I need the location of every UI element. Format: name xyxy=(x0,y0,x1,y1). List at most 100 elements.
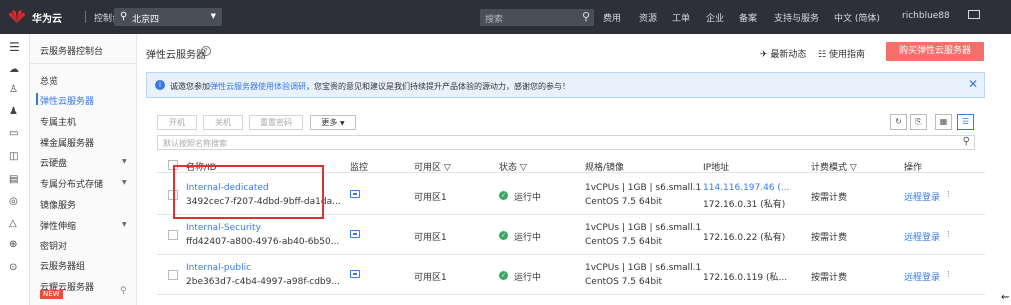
sidebar-item-as[interactable]: 弹性伸缩 xyxy=(40,219,76,232)
grid-view-icon[interactable]: ▦ xyxy=(935,114,952,130)
column-billing-label: 计费模式 xyxy=(811,163,848,173)
sidebar-item-bare-metal[interactable]: 裸金属服务器 xyxy=(40,136,94,149)
monitor-icon[interactable] xyxy=(350,190,360,198)
db-icon[interactable]: ◎ xyxy=(9,196,18,207)
group-icon[interactable]: ♟ xyxy=(9,106,18,117)
menu-icon[interactable]: ☰ xyxy=(9,40,20,54)
nav-link-resources[interactable]: 资源 xyxy=(639,11,657,24)
filter-icon[interactable]: ▽ xyxy=(520,163,527,173)
remote-login-link[interactable]: 远程登录 xyxy=(904,190,940,203)
chevron-down-icon[interactable]: ▼ xyxy=(122,158,127,165)
notice-prefix: 诚邀您参加 xyxy=(170,82,210,91)
target-icon[interactable]: ⊙ xyxy=(9,262,17,273)
row-checkbox[interactable] xyxy=(168,270,178,280)
more-actions-icon[interactable]: ⁝ xyxy=(947,230,950,240)
nav-link-support[interactable]: 支持与服务 xyxy=(774,11,819,24)
close-icon[interactable]: ✕ xyxy=(968,77,978,91)
spec: 1vCPUs | 1GB | s6.small.1 xyxy=(585,223,702,233)
export-icon[interactable]: ⎘ xyxy=(910,114,927,130)
cluster-icon[interactable]: △ xyxy=(9,218,17,229)
mail-icon[interactable] xyxy=(968,10,980,19)
column-billing[interactable]: 计费模式 ▽ xyxy=(811,160,857,173)
sidebar: 云服务器控制台 总览 弹性云服务器 专属主机 裸金属服务器 云硬盘 ▼ 专属分布… xyxy=(30,34,137,305)
language-selector[interactable]: 中文 (简体) xyxy=(834,11,880,24)
sidebar-header: 云服务器控制台 xyxy=(40,47,104,57)
remote-login-link[interactable]: 远程登录 xyxy=(904,230,940,243)
column-status[interactable]: 状态 ▽ xyxy=(499,160,527,173)
sidebar-item-ecs[interactable]: 弹性云服务器 xyxy=(36,93,95,107)
sidebar-item-keypair[interactable]: 密钥对 xyxy=(40,239,67,252)
sidebar-item-dss[interactable]: 专属分布式存储 xyxy=(40,177,103,190)
status-label: 运行中 xyxy=(514,233,542,243)
pin-icon[interactable]: ⚲ xyxy=(120,286,127,296)
page-title: 弹性云服务器 xyxy=(146,50,206,61)
chevron-down-icon[interactable]: ▼ xyxy=(122,179,127,186)
nav-link-enterprise[interactable]: 企业 xyxy=(706,11,724,24)
list-view-icon[interactable]: ☰ xyxy=(957,114,974,130)
page-scrollbar[interactable] xyxy=(1000,34,1011,305)
filter-search-input[interactable]: 默认按照名称搜索 ⚲ xyxy=(157,135,975,150)
sidebar-item-label: 弹性云服务器 xyxy=(40,97,95,107)
image: CentOS 7.5 64bit xyxy=(585,197,663,207)
location-pin-icon: ⚲ xyxy=(120,11,128,22)
status-label: 运行中 xyxy=(514,193,542,203)
region-selector[interactable]: ⚲ 北京四 ▼ xyxy=(114,8,222,26)
monitor-icon[interactable] xyxy=(350,230,360,238)
image: CentOS 7.5 64bit xyxy=(585,277,663,287)
people-icon[interactable]: ♙ xyxy=(9,84,18,95)
global-search-input[interactable]: 搜索 ⚲ xyxy=(480,9,594,26)
chevron-down-icon: ▼ xyxy=(339,120,345,127)
sidebar-item-dedicated-host[interactable]: 专属主机 xyxy=(40,115,76,128)
row-checkbox[interactable] xyxy=(168,230,178,240)
refresh-icon[interactable]: ↻ xyxy=(890,114,907,130)
survey-link[interactable]: 弹性云服务器使用体验调研 xyxy=(210,82,306,91)
buy-ecs-button[interactable]: 购买弹性云服务器 xyxy=(886,42,984,61)
sidebar-item-server-group[interactable]: 云服务器组 xyxy=(40,259,85,272)
search-icon[interactable]: ⚲ xyxy=(963,136,970,147)
start-button[interactable]: 开机 xyxy=(157,115,197,130)
billing-mode: 按需计费 xyxy=(811,233,848,243)
highlight-box xyxy=(173,165,324,219)
column-status-label: 状态 xyxy=(499,163,518,173)
sidebar-item-overview[interactable]: 总览 xyxy=(40,74,58,87)
cloud-icon[interactable]: ☁ xyxy=(9,64,19,75)
chevron-down-icon[interactable]: ▼ xyxy=(122,221,127,228)
search-icon[interactable]: ⚲ xyxy=(582,10,590,23)
brand-name[interactable]: 华为云 xyxy=(32,10,62,25)
service-icon-rail: ☰ ☁ ♙ ♟ ▭ ◫ ▤ ◎ △ ⊕ ⊙ xyxy=(0,34,30,305)
table-row[interactable]: Internal-Security ffd42407-a800-4976-ab4… xyxy=(157,215,985,255)
private-ip: 172.16.0.31 (私有) xyxy=(703,200,786,210)
public-ip-link[interactable]: 114.116.197.46 (... xyxy=(703,183,790,193)
globe-icon[interactable]: ⊕ xyxy=(9,239,17,250)
instance-name-link[interactable]: Internal-Security xyxy=(186,223,261,233)
more-dropdown[interactable]: 更多 ▼ xyxy=(310,115,356,130)
huawei-logo-icon[interactable] xyxy=(8,8,26,24)
latest-news-link[interactable]: ✈ 最新动态 xyxy=(760,47,806,60)
instance-name-link[interactable]: Internal-public xyxy=(186,263,251,273)
server-icon[interactable]: ▭ xyxy=(9,128,18,139)
stop-button[interactable]: 关机 xyxy=(203,115,243,130)
nav-link-icp[interactable]: 备案 xyxy=(739,11,757,24)
nav-link-billing[interactable]: 费用 xyxy=(603,11,621,24)
nav-link-tickets[interactable]: 工单 xyxy=(672,11,690,24)
guide-link[interactable]: ☷ 使用指南 xyxy=(818,47,865,60)
help-icon[interactable]: ? xyxy=(201,46,211,56)
filter-icon[interactable]: ▽ xyxy=(850,163,857,173)
more-actions-icon[interactable]: ⁝ xyxy=(947,270,950,280)
remote-login-link[interactable]: 远程登录 xyxy=(904,270,940,283)
table-row[interactable]: Internal-public 2be363d7-c4b4-4997-a98f-… xyxy=(157,255,985,295)
sidebar-item-ims[interactable]: 镜像服务 xyxy=(40,198,76,211)
top-navigation-bar: 华为云 控制台 ⚲ 北京四 ▼ 搜索 ⚲ 费用 资源 工单 企业 备案 支持与服… xyxy=(0,0,1011,34)
column-az[interactable]: 可用区 ▽ xyxy=(414,160,451,173)
monitor-icon[interactable] xyxy=(350,270,360,278)
disk-icon[interactable]: ◫ xyxy=(9,151,18,162)
sidebar-item-evs[interactable]: 云硬盘 xyxy=(40,156,67,169)
column-spec: 规格/镜像 xyxy=(585,163,625,173)
instance-id: ffd42407-a800-4976-ab40-6b50... xyxy=(186,237,340,247)
more-actions-icon[interactable]: ⁝ xyxy=(947,190,950,200)
reset-password-button[interactable]: 重置密码 xyxy=(249,115,303,130)
filter-icon[interactable]: ▽ xyxy=(444,163,451,173)
user-account[interactable]: richblue88 xyxy=(902,11,950,21)
layers-icon[interactable]: ▤ xyxy=(9,174,18,185)
new-badge: NEW xyxy=(40,290,63,299)
